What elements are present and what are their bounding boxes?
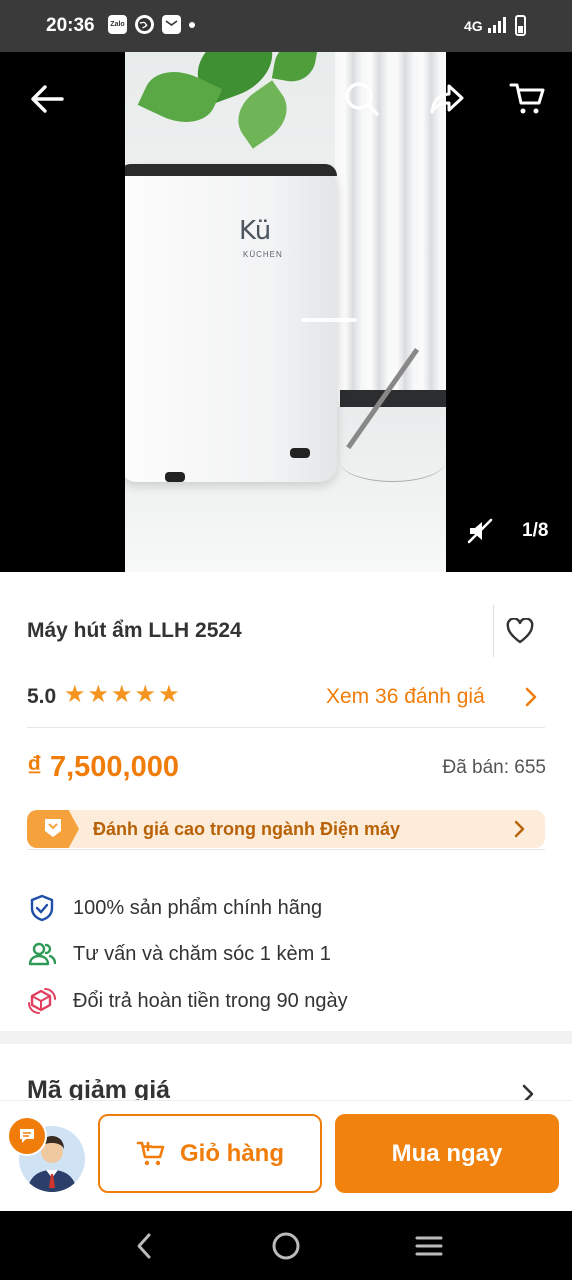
star-icon: ★ — [134, 681, 157, 708]
system-recents-button[interactable] — [409, 1226, 449, 1266]
divider — [27, 727, 545, 728]
globe-icon — [135, 15, 154, 34]
reviews-link[interactable]: Xem 36 đánh giá — [326, 685, 485, 709]
status-bar: 20:36 Zalo 4G — [0, 0, 572, 52]
back-arrow-icon — [31, 85, 64, 113]
zalo-icon: Zalo — [108, 15, 127, 34]
cart-icon — [509, 83, 545, 114]
return-box-icon — [27, 986, 57, 1016]
share-icon — [430, 84, 464, 114]
feature-text: 100% sản phẩm chính hãng — [73, 896, 323, 919]
shield-check-icon — [27, 893, 57, 923]
feature-return: Đổi trả hoàn tiền trong 90 ngày — [27, 986, 348, 1016]
mute-button[interactable] — [458, 509, 502, 553]
chat-button[interactable] — [7, 1116, 47, 1156]
banner-text: Đánh giá cao trong ngành Điện máy — [93, 819, 401, 839]
mute-icon — [467, 518, 493, 544]
rating-score: 5.0 — [27, 685, 57, 708]
bottom-action-bar: Giỏ hàng Mua ngay — [0, 1100, 572, 1211]
favorite-button[interactable] — [503, 614, 537, 648]
star-icon: ★ — [64, 681, 86, 708]
feature-text: Đổi trả hoàn tiền trong 90 ngày — [73, 989, 348, 1012]
search-icon — [345, 82, 379, 116]
image-counter: 1/8 — [522, 520, 549, 541]
divider — [27, 849, 545, 850]
buy-now-label: Mua ngay — [391, 1139, 503, 1167]
system-back-button[interactable] — [124, 1226, 164, 1266]
feature-text: Tư vấn và chăm sóc 1 kèm 1 — [73, 942, 331, 965]
home-circle-icon — [272, 1232, 300, 1260]
feature-genuine: 100% sản phẩm chính hãng — [27, 893, 322, 923]
section-separator — [0, 1031, 572, 1044]
network-type: 4G — [464, 18, 483, 34]
brand-logo: Kü — [239, 216, 272, 246]
buy-now-button[interactable]: Mua ngay — [335, 1114, 559, 1193]
award-badge-icon — [27, 810, 79, 848]
mail-icon — [162, 15, 181, 34]
users-icon — [27, 939, 57, 969]
dot-icon — [189, 21, 195, 28]
search-button[interactable] — [340, 77, 384, 121]
chevron-right-icon[interactable] — [522, 686, 540, 708]
product-price: ₫ 7,500,000 — [27, 751, 179, 783]
brand-subtitle: KÜCHEN — [243, 250, 283, 259]
star-icon: ★ — [111, 681, 133, 708]
back-button[interactable] — [25, 77, 69, 121]
system-home-button[interactable] — [266, 1226, 306, 1266]
star-icon: ★ — [158, 681, 180, 708]
notification-icons: Zalo — [108, 15, 195, 34]
dehumidifier-image: Kü KÜCHEN — [125, 164, 357, 482]
sold-value: 655 — [514, 757, 546, 778]
add-to-cart-label: Giỏ hàng — [180, 1139, 284, 1167]
status-time: 20:36 — [46, 15, 95, 36]
sold-count: Đã bán: 655 — [442, 757, 546, 779]
sold-label: Đã bán: — [442, 757, 510, 778]
product-image-carousel[interactable]: Kü KÜCHEN 1/8 — [0, 52, 572, 572]
feature-consult: Tư vấn và chăm sóc 1 kèm 1 — [27, 939, 331, 969]
add-to-cart-button[interactable]: Giỏ hàng — [98, 1114, 322, 1193]
cart-button[interactable] — [505, 77, 549, 121]
chevron-right-icon — [514, 820, 525, 838]
star-icon: ★ — [87, 681, 110, 708]
signal-icon — [488, 17, 506, 33]
system-nav-bar — [0, 1211, 572, 1280]
chevron-left-icon — [137, 1233, 151, 1259]
menu-lines-icon — [415, 1236, 443, 1256]
product-photo: Kü KÜCHEN — [125, 52, 446, 572]
add-cart-icon — [136, 1141, 165, 1165]
battery-icon — [515, 15, 526, 36]
rating-stars: ★ ★ ★ ★ ★ — [64, 683, 180, 707]
share-button[interactable] — [425, 77, 469, 121]
product-title: Máy hút ẩm LLH 2524 — [27, 619, 242, 642]
chat-icon — [20, 1129, 34, 1143]
divider — [493, 605, 494, 657]
top-rated-banner[interactable]: Đánh giá cao trong ngành Điện máy — [27, 810, 545, 848]
heart-icon — [506, 618, 534, 644]
